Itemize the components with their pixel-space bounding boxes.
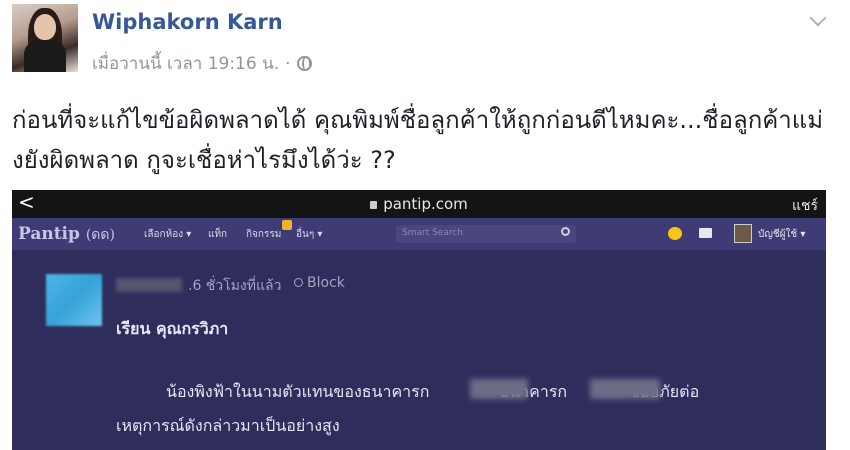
block-label: Block <box>294 275 345 291</box>
post-text: ก่อนที่จะแก้ไขข้อผิดพลาดได้ คุณพิมพ์ชื่อ… <box>12 106 824 174</box>
account-menu: บัญชีผู้ใช้ ▾ <box>758 229 806 240</box>
browser-url-bar: < pantip.com แชร์ <box>12 190 826 218</box>
url-display: pantip.com <box>12 195 826 213</box>
comment-greeting: เรียน คุณกรวิภา <box>116 319 229 338</box>
post-timestamp[interactable]: เมื่อวานนี้ เวลา 19:16 น. <box>92 50 279 77</box>
avatar-body <box>24 40 66 72</box>
blurred-bank-name-2 <box>590 379 660 399</box>
facebook-post: Wiphakorn Karn เมื่อวานนี้ เวลา 19:16 น.… <box>0 0 850 450</box>
meta-separator: · <box>285 53 291 74</box>
mail-icon <box>699 228 712 238</box>
blurred-commenter-name <box>116 278 182 292</box>
blurred-commenter-avatar <box>46 274 102 326</box>
post-meta: เมื่อวานนี้ เวลา 19:16 น. · <box>92 50 312 77</box>
avatar-face <box>34 14 56 40</box>
menu-activities: กิจกรรม <box>246 229 282 240</box>
author-avatar[interactable] <box>12 4 78 72</box>
lock-icon <box>370 201 378 209</box>
emoticon-icon <box>668 227 682 240</box>
comment-line-2: เหตุการณ์ดังกล่าวมาเป็นอย่างสูง <box>116 416 340 435</box>
url-text: pantip.com <box>383 195 468 213</box>
blurred-bank-name-1 <box>470 379 528 399</box>
share-label: แชร์ <box>791 198 818 214</box>
notification-badge <box>282 220 292 230</box>
smart-search-box: Smart Search <box>396 225 576 243</box>
menu-choose-room: เลือกห้อง ▾ <box>144 229 192 240</box>
author-name-link[interactable]: Wiphakorn Karn <box>92 10 283 34</box>
search-placeholder: Smart Search <box>402 228 464 238</box>
search-icon <box>561 227 570 236</box>
pantip-logo: Pantip (ดด) <box>18 224 115 244</box>
user-avatar <box>734 224 752 243</box>
chevron-down-icon[interactable] <box>809 9 827 27</box>
pantip-navbar: Pantip (ดด) เลือกห้อง ▾ แท็ก กิจกรรม อื่… <box>12 218 826 250</box>
public-globe-icon[interactable] <box>296 56 312 71</box>
attached-screenshot-image[interactable]: < pantip.com แชร์ Pantip (ดด) เลือกห้อง … <box>12 190 826 450</box>
menu-more: อื่นๆ ▾ <box>296 229 323 240</box>
menu-tags: แท็ก <box>208 229 228 240</box>
comment-time-ago: .6 ชั่วโมงที่แล้ว <box>188 278 282 294</box>
